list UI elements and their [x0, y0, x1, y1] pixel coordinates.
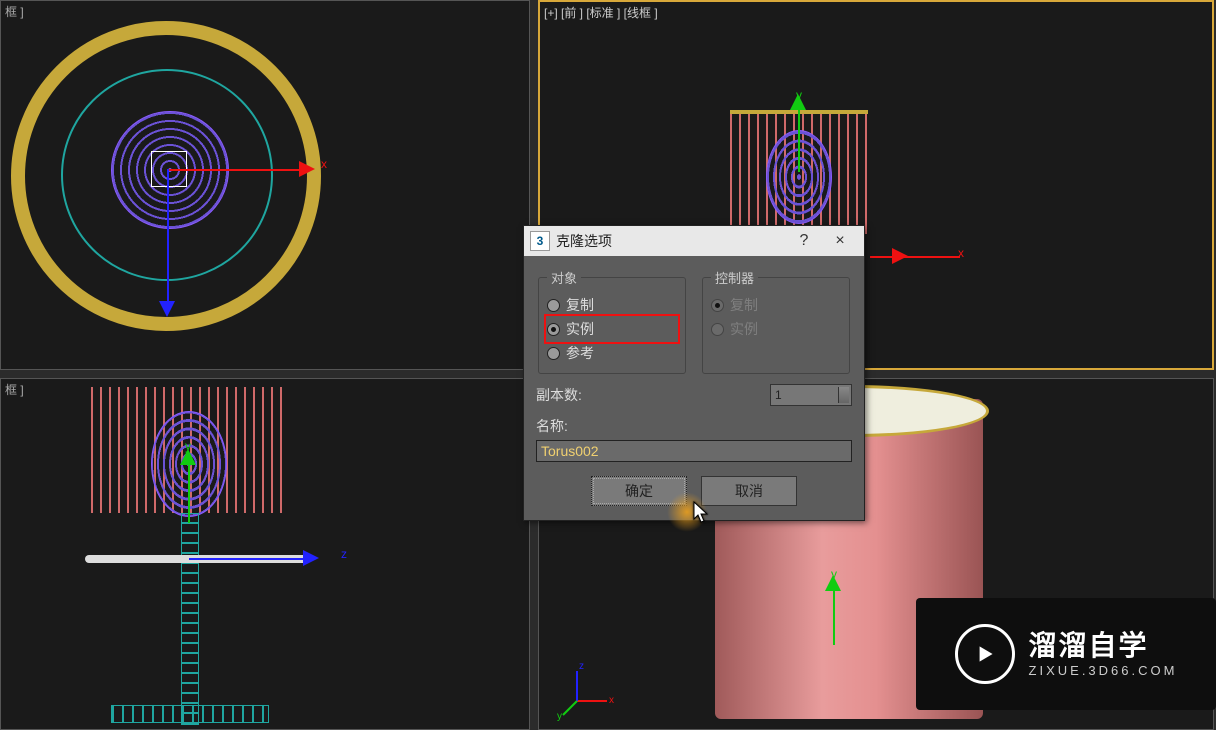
gizmo-z-arrowhead [159, 301, 175, 317]
viewport-left[interactable]: 框 ] y z [0, 378, 530, 730]
radio-copy[interactable]: 复制 [547, 293, 677, 317]
copies-label: 副本数: [536, 385, 582, 405]
cancel-button-label: 取消 [735, 481, 763, 501]
axis-y-label: y [185, 439, 191, 453]
close-button[interactable]: × [822, 232, 858, 250]
svg-text:x: x [609, 695, 614, 706]
object-group: 对象 复制 实例 参考 [538, 268, 686, 374]
object-group-legend: 对象 [547, 268, 581, 287]
clone-options-dialog: 3 克隆选项 ? × 对象 复制 实例 参考 [523, 225, 865, 521]
radio-label: 实例 [566, 319, 594, 339]
help-button[interactable]: ? [786, 232, 822, 250]
gizmo-x-axis [870, 256, 960, 258]
viewport-top[interactable]: 框 ] x [0, 0, 530, 370]
gizmo-z-axis [189, 558, 309, 560]
dialog-title: 克隆选项 [556, 231, 612, 251]
gizmo-y-axis [833, 585, 835, 645]
play-icon [955, 624, 1015, 684]
gizmo-x-axis [168, 169, 308, 171]
watermark: 溜溜自学 ZIXUE.3D66.COM [916, 598, 1216, 710]
dialog-titlebar[interactable]: 3 克隆选项 ? × [524, 226, 864, 256]
watermark-title: 溜溜自学 [1029, 629, 1178, 663]
radio-icon [711, 323, 724, 336]
gizmo-x-arrowhead [299, 161, 315, 177]
radio-instance[interactable]: 实例 [547, 317, 677, 341]
cancel-button[interactable]: 取消 [701, 476, 797, 506]
radio-reference[interactable]: 参考 [547, 341, 677, 365]
ok-button-label: 确定 [625, 481, 653, 501]
viewport-label: 框 ] [5, 3, 24, 20]
svg-text:y: y [557, 711, 562, 721]
svg-text:z: z [579, 661, 584, 672]
base-wireframe [111, 705, 269, 723]
axis-z-label: z [341, 547, 347, 561]
viewport-label: 框 ] [5, 381, 24, 398]
gizmo-x-arrowhead [892, 248, 908, 264]
axis-y-label: y [831, 567, 837, 581]
radio-label: 复制 [730, 295, 758, 315]
axis-widget: z x y [557, 661, 617, 721]
axis-x-label: x [958, 246, 964, 260]
radio-icon [711, 299, 724, 312]
name-label: 名称: [536, 416, 852, 436]
radio-icon [547, 347, 560, 360]
watermark-url: ZIXUE.3D66.COM [1029, 663, 1178, 679]
gizmo-y-axis [798, 102, 800, 172]
controller-radio-instance: 实例 [711, 317, 841, 341]
app-icon: 3 [530, 231, 550, 251]
controller-group: 控制器 复制 实例 [702, 268, 850, 374]
gizmo-z-axis [167, 169, 169, 309]
controller-radio-copy: 复制 [711, 293, 841, 317]
radio-label: 复制 [566, 295, 594, 315]
post-wireframe [181, 513, 199, 725]
radio-label: 参考 [566, 343, 594, 363]
name-input[interactable] [536, 440, 852, 462]
copies-value: 1 [775, 388, 782, 402]
radio-icon [547, 299, 560, 312]
axis-x-label: x [321, 157, 327, 171]
gizmo-z-arrowhead [303, 550, 319, 566]
controller-group-legend: 控制器 [711, 268, 758, 287]
radio-label: 实例 [730, 319, 758, 339]
radio-icon [547, 323, 560, 336]
viewport-label: [+] [前 ] [标准 ] [线框 ] [544, 4, 658, 21]
copies-spinner[interactable]: 1 [770, 384, 852, 406]
ok-button[interactable]: 确定 [591, 476, 687, 506]
axis-y-label: y [796, 88, 802, 102]
gizmo-y-axis [188, 459, 190, 523]
